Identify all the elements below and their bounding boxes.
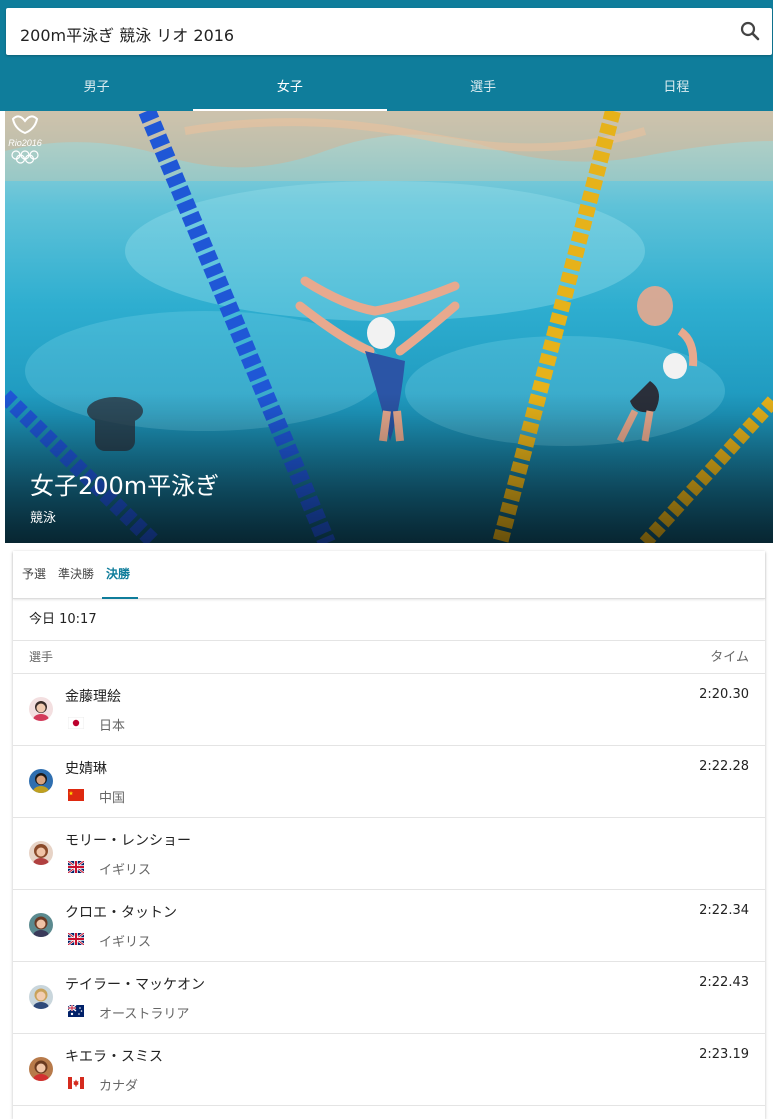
athlete-time: 2:23.19	[699, 1047, 749, 1062]
avatar	[29, 841, 53, 865]
tab-final[interactable]: 決勝	[102, 551, 139, 599]
china-flag-icon	[68, 789, 84, 801]
table-row[interactable]: クロエ・タットン イギリス 2:22.34	[13, 890, 765, 962]
athlete-country: 日本	[99, 719, 126, 734]
australia-flag-icon	[68, 1005, 84, 1017]
event-datetime: 今日 10:17	[13, 599, 765, 641]
results-list: 金藤理絵 日本 2:20.30 史婧琳 中国 2:22.28 モリー・レンショー…	[13, 674, 765, 1106]
avatar	[29, 913, 53, 937]
athlete-name: 史婧琳	[65, 761, 107, 777]
tab-athletes[interactable]: 選手	[387, 66, 580, 111]
nav-tabs: 男子 女子 選手 日程	[0, 66, 773, 111]
tab-schedule[interactable]: 日程	[580, 66, 773, 111]
round-tabs: 予選 準決勝 決勝	[13, 551, 765, 599]
athlete-country: オーストラリア	[99, 1007, 190, 1022]
avatar	[29, 697, 53, 721]
japan-flag-icon	[68, 717, 84, 729]
tab-women[interactable]: 女子	[193, 66, 387, 111]
results-header: 選手 タイム	[13, 641, 765, 674]
athlete-time: 2:20.30	[699, 687, 749, 702]
app-header: 200m平泳ぎ 競泳 リオ 2016 男子 女子 選手 日程	[0, 0, 773, 111]
athlete-country: イギリス	[99, 935, 152, 950]
uk-flag-icon	[68, 933, 84, 945]
tab-heats[interactable]: 予選	[18, 551, 50, 598]
rio-2016-logo: Rio2016	[8, 115, 42, 164]
search-icon[interactable]	[738, 19, 762, 43]
athlete-country: イギリス	[99, 863, 152, 878]
athlete-time: 2:22.43	[699, 975, 749, 990]
tab-men[interactable]: 男子	[0, 66, 193, 111]
search-input[interactable]: 200m平泳ぎ 競泳 リオ 2016	[20, 22, 234, 46]
athlete-time: 2:22.28	[699, 759, 749, 774]
column-athlete: 選手	[29, 650, 54, 664]
event-title: 女子200m平泳ぎ	[30, 472, 220, 500]
table-row[interactable]: 史婧琳 中国 2:22.28	[13, 746, 765, 818]
results-card: 予選 準決勝 決勝 今日 10:17 選手 タイム 金藤理絵 日本 2:20.3…	[13, 551, 765, 1119]
table-row[interactable]: キエラ・スミス カナダ 2:23.19	[13, 1034, 765, 1106]
athlete-name: モリー・レンショー	[65, 833, 191, 849]
avatar	[29, 1057, 53, 1081]
event-sport: 競泳	[30, 511, 57, 526]
athlete-name: キエラ・スミス	[65, 1049, 163, 1065]
tab-semifinal[interactable]: 準決勝	[54, 551, 98, 598]
search-box[interactable]: 200m平泳ぎ 競泳 リオ 2016	[6, 8, 772, 55]
athlete-name: クロエ・タットン	[65, 905, 177, 921]
table-row[interactable]: 金藤理絵 日本 2:20.30	[13, 674, 765, 746]
avatar	[29, 769, 53, 793]
athlete-country: カナダ	[99, 1079, 139, 1094]
athlete-name: テイラー・マッケオン	[65, 977, 205, 993]
hero-image[interactable]: 女子200m平泳ぎ 競泳 Rio2016	[5, 111, 773, 543]
athlete-name: 金藤理絵	[65, 689, 121, 705]
uk-flag-icon	[68, 861, 84, 873]
athlete-time: 2:22.34	[699, 903, 749, 918]
athlete-country: 中国	[99, 791, 126, 806]
svg-text:Rio2016: Rio2016	[8, 138, 42, 148]
column-time: タイム	[710, 650, 749, 665]
table-row[interactable]: モリー・レンショー イギリス	[13, 818, 765, 890]
table-row[interactable]: テイラー・マッケオン オーストラリア 2:22.43	[13, 962, 765, 1034]
avatar	[29, 985, 53, 1009]
canada-flag-icon	[68, 1077, 84, 1089]
